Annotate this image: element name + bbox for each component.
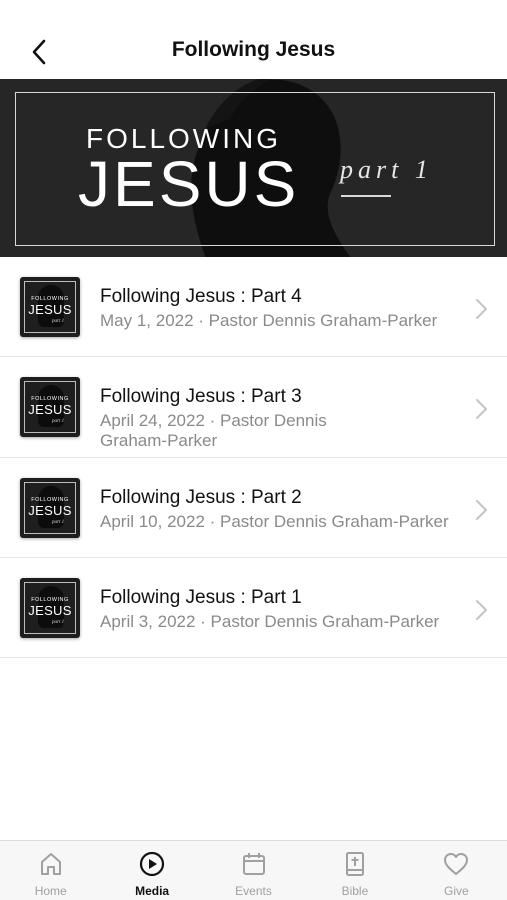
list-item[interactable]: FOLLOWING JESUS part 1 Following Jesus :… <box>0 357 507 458</box>
page-title: Following Jesus <box>171 38 336 61</box>
thumbnail-line2: JESUS <box>28 302 72 317</box>
series-banner: FOLLOWING JESUS part 1 <box>0 79 507 257</box>
banner-divider <box>341 195 391 197</box>
item-meta: April 3, 2022 · Pastor Dennis Graham-Par… <box>100 612 440 631</box>
chevron-right-icon <box>476 399 487 419</box>
thumbnail-line2: JESUS <box>28 603 72 618</box>
thumbnail-line3: part 1 <box>52 620 65 625</box>
chevron-right-icon <box>476 600 487 620</box>
media-list: FOLLOWING JESUS part 1 Following Jesus :… <box>0 257 507 658</box>
tab-bible-label: Bible <box>341 884 369 898</box>
bible-icon <box>345 852 364 876</box>
thumbnail-line3: part 1 <box>52 319 65 324</box>
tab-bar: Home Media Events Bible Give <box>0 840 507 900</box>
chevron-right-icon <box>476 299 487 319</box>
list-item[interactable]: FOLLOWING JESUS part 1 Following Jesus :… <box>0 558 507 658</box>
item-title: Following Jesus : Part 3 <box>100 386 302 407</box>
tab-home-label: Home <box>34 884 67 898</box>
tab-events[interactable]: Events <box>203 841 304 900</box>
thumbnail: FOLLOWING JESUS part 1 <box>20 478 80 538</box>
header: Following Jesus <box>0 0 507 79</box>
item-title: Following Jesus : Part 2 <box>100 487 302 508</box>
banner-title-line2: JESUS <box>78 148 300 220</box>
thumbnail-line2: JESUS <box>28 402 72 417</box>
tab-events-label: Events <box>235 884 272 898</box>
tab-home[interactable]: Home <box>0 841 101 900</box>
tab-media[interactable]: Media <box>101 841 202 900</box>
item-meta: April 10, 2022 · Pastor Dennis Graham-Pa… <box>100 512 449 531</box>
thumbnail: FOLLOWING JESUS part 1 <box>20 377 80 437</box>
heart-icon <box>444 853 469 875</box>
chevron-right-icon <box>476 500 487 520</box>
item-meta: May 1, 2022 · Pastor Dennis Graham-Parke… <box>100 311 438 330</box>
tab-media-label: Media <box>135 884 170 898</box>
thumbnail: FOLLOWING JESUS part 1 <box>20 578 80 638</box>
tab-give[interactable]: Give <box>406 841 507 900</box>
list-item[interactable]: FOLLOWING JESUS part 1 Following Jesus :… <box>0 257 507 357</box>
calendar-icon <box>242 853 265 875</box>
list-item[interactable]: FOLLOWING JESUS part 1 Following Jesus :… <box>0 458 507 558</box>
thumbnail-line3: part 1 <box>52 520 65 525</box>
thumbnail: FOLLOWING JESUS part 1 <box>20 277 80 337</box>
home-icon <box>40 853 61 875</box>
thumbnail-line3: part 1 <box>52 419 65 424</box>
play-circle-icon <box>140 851 165 877</box>
tab-give-label: Give <box>443 884 469 898</box>
thumbnail-line2: JESUS <box>28 503 72 518</box>
tab-bible[interactable]: Bible <box>304 841 405 900</box>
banner-part-label: part 1 <box>340 155 433 184</box>
item-title: Following Jesus : Part 4 <box>100 286 302 307</box>
item-meta: April 24, 2022 · Pastor Dennis Graham-Pa… <box>100 411 327 450</box>
item-title: Following Jesus : Part 1 <box>100 587 302 608</box>
